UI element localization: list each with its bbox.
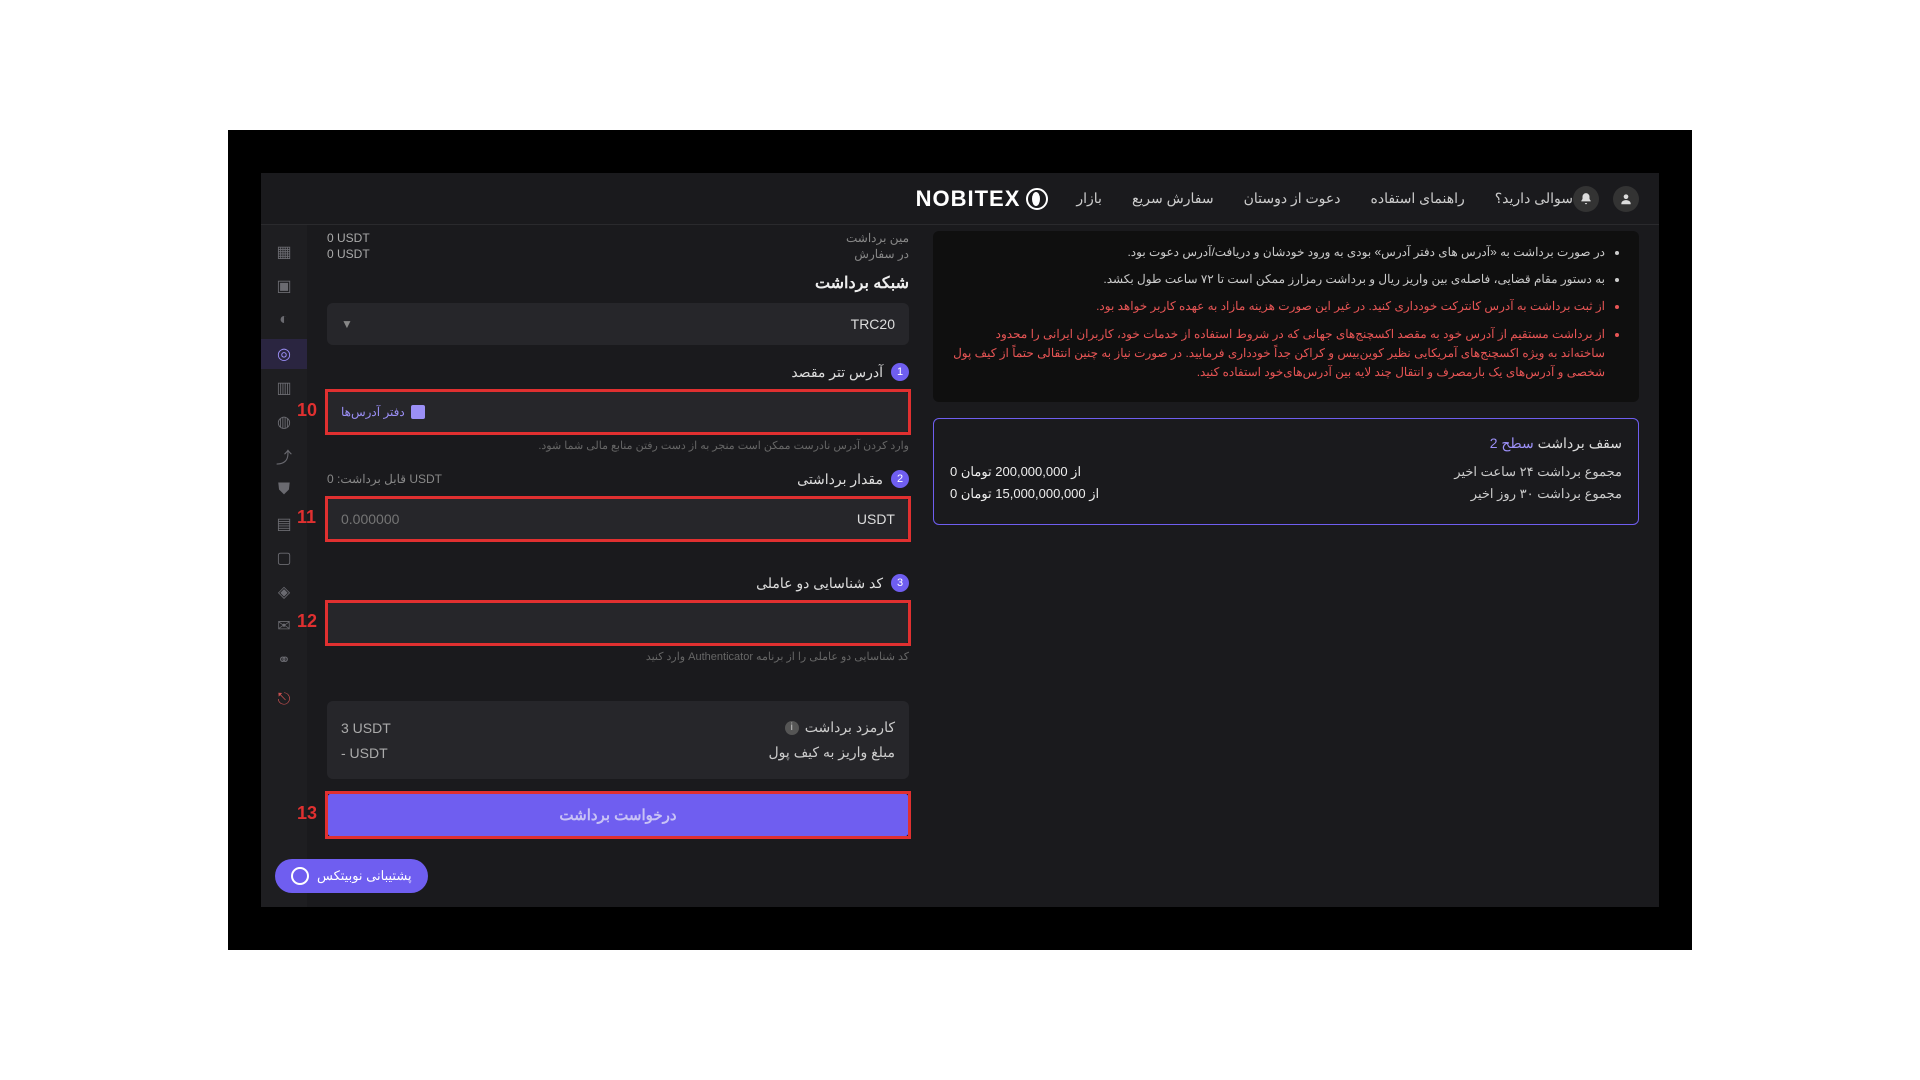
withdraw-form: مین برداشت 0 USDT در سفارش 0 USDT شبکه ب… xyxy=(327,231,909,887)
limit-row-30d: مجموع برداشت ۳۰ روز اخیر 0 از 15,000,000… xyxy=(950,486,1622,502)
warning-item: به دستور مقام قضایی، فاصله‌ی بین واریز ر… xyxy=(949,270,1605,289)
main: در صورت برداشت به «آدرس های دفتر آدرس» ب… xyxy=(307,225,1659,907)
chevron-down-icon: ▼ xyxy=(341,317,353,331)
address-input-row: دفتر آدرس‌ها xyxy=(327,391,909,433)
submit-withdraw-button[interactable]: درخواست برداشت xyxy=(327,793,909,837)
withdrawal-limit-panel: سقف برداشت سطح 2 مجموع برداشت ۲۴ ساعت اخ… xyxy=(933,418,1639,525)
in-order-value: 0 USDT xyxy=(327,247,370,261)
fee-summary: کارمزد برداشت i 3 USDT مبلغ واریز به کیف… xyxy=(327,701,909,779)
topbar: سوالی دارید؟ راهنمای استفاده دعوت از دوس… xyxy=(261,173,1659,225)
step-badge: 2 xyxy=(891,470,909,488)
sidebar-share-icon[interactable]: ⤴ xyxy=(261,441,307,471)
sidebar-shield-icon[interactable]: ◈ xyxy=(261,577,307,607)
app-root: سوالی دارید؟ راهنمای استفاده دعوت از دوس… xyxy=(261,173,1659,907)
limit-title: سقف برداشت سطح 2 xyxy=(950,435,1622,452)
net-amount-label: مبلغ واریز به کیف پول xyxy=(769,744,896,761)
annotation-label-10: 10 xyxy=(297,400,317,421)
sidebar-transfer-icon[interactable]: ◎ xyxy=(261,339,307,369)
brand-text: NOBITEX xyxy=(916,186,1021,212)
nav-guide[interactable]: راهنمای استفاده xyxy=(1371,190,1465,207)
warning-item: در صورت برداشت به «آدرس های دفتر آدرس» ب… xyxy=(949,243,1605,262)
step-badge: 3 xyxy=(891,574,909,592)
step1-header: 1 آدرس تتر مقصد xyxy=(327,363,909,381)
sidebar-exchange-icon[interactable]: ◐ xyxy=(261,305,307,335)
body: در صورت برداشت به «آدرس های دفتر آدرس» ب… xyxy=(261,225,1659,907)
brand-logo[interactable]: NOBITEX xyxy=(916,186,1049,212)
sidebar-chart-icon[interactable]: ▥ xyxy=(261,373,307,403)
address-helper: وارد کردن آدرس نادرست ممکن است منجر به ا… xyxy=(327,439,909,452)
limit-row-24h: مجموع برداشت ۲۴ ساعت اخیر 0 از 200,000,0… xyxy=(950,464,1622,480)
network-select[interactable]: TRC20 ▼ xyxy=(327,303,909,345)
withdraw-amount-input[interactable] xyxy=(341,511,857,527)
logo-icon xyxy=(1026,188,1048,210)
user-level: سطح 2 xyxy=(1490,435,1534,451)
sidebar-dashboard-icon[interactable]: ▦ xyxy=(261,237,307,267)
user-avatar-icon[interactable] xyxy=(1613,186,1639,212)
two-factor-code-input[interactable] xyxy=(327,602,909,644)
step2-label: مقدار برداشتی xyxy=(797,471,883,488)
step3-header: 3 کد شناسایی دو عاملی xyxy=(327,574,909,592)
support-button[interactable]: پشتیبانی نوبیتکس xyxy=(275,859,428,893)
nav-market[interactable]: بازار xyxy=(1076,190,1102,207)
warnings-panel: در صورت برداشت به «آدرس های دفتر آدرس» ب… xyxy=(933,231,1639,402)
sidebar-logout-icon[interactable]: ⎋ xyxy=(261,685,307,715)
nav-links: سوالی دارید؟ راهنمای استفاده دعوت از دوس… xyxy=(1076,190,1573,207)
withdrawable-balance: قابل برداشت: 0 USDT xyxy=(327,472,442,486)
notification-bell-icon[interactable] xyxy=(1573,186,1599,212)
warning-item-red: از ثبت برداشت به آدرس کانترکت خودداری کن… xyxy=(949,297,1605,316)
topbar-right: سوالی دارید؟ راهنمای استفاده دعوت از دوس… xyxy=(916,186,1573,212)
annotation-label-11: 11 xyxy=(297,507,316,528)
amount-unit: USDT xyxy=(857,511,895,527)
annotation-label-12: 12 xyxy=(297,611,317,632)
min-withdraw-label: مین برداشت xyxy=(846,231,909,245)
headset-icon xyxy=(291,867,309,885)
address-book-icon xyxy=(411,405,425,419)
network-title: شبکه برداشت xyxy=(327,273,909,293)
tfa-helper: کد شناسایی دو عاملی را از برنامه Authent… xyxy=(327,650,909,663)
step-badge: 1 xyxy=(891,363,909,381)
tutorial-frame: سوالی دارید؟ راهنمای استفاده دعوت از دوس… xyxy=(228,130,1692,950)
left-column: در صورت برداشت به «آدرس های دفتر آدرس» ب… xyxy=(933,231,1639,887)
min-withdraw-value: 0 USDT xyxy=(327,231,370,245)
balance-summary: مین برداشت 0 USDT در سفارش 0 USDT xyxy=(327,231,909,261)
step3-label: کد شناسایی دو عاملی xyxy=(756,575,883,592)
net-amount-value: - USDT xyxy=(341,745,388,761)
sidebar-contact-icon[interactable]: ▢ xyxy=(261,543,307,573)
step2-header: 2 مقدار برداشتی قابل برداشت: 0 USDT xyxy=(327,470,909,488)
network-selected: TRC20 xyxy=(851,316,895,332)
annotation-label-13: 13 xyxy=(297,803,317,824)
nav-quick-order[interactable]: سفارش سریع xyxy=(1132,190,1214,207)
sidebar-wallet-icon[interactable]: ▣ xyxy=(261,271,307,301)
info-icon[interactable]: i xyxy=(785,721,799,735)
fee-value: 3 USDT xyxy=(341,720,391,736)
topbar-left xyxy=(1573,186,1639,212)
amount-input-row: USDT xyxy=(327,498,909,540)
address-book-link[interactable]: دفتر آدرس‌ها xyxy=(341,405,425,419)
sidebar-gift-icon[interactable]: ⛊ xyxy=(261,475,307,505)
nav-faq[interactable]: سوالی دارید؟ xyxy=(1495,190,1573,207)
sidebar-users-icon[interactable]: ⚭ xyxy=(261,645,307,675)
destination-address-input[interactable] xyxy=(425,404,895,420)
in-order-label: در سفارش xyxy=(854,247,909,261)
step1-label: آدرس تتر مقصد xyxy=(791,364,883,381)
nav-invite[interactable]: دعوت از دوستان xyxy=(1244,190,1341,207)
fee-label: کارمزد برداشت xyxy=(805,719,895,736)
warning-item-red: از برداشت مستقیم از آدرس خود به مقصد اکس… xyxy=(949,325,1605,383)
